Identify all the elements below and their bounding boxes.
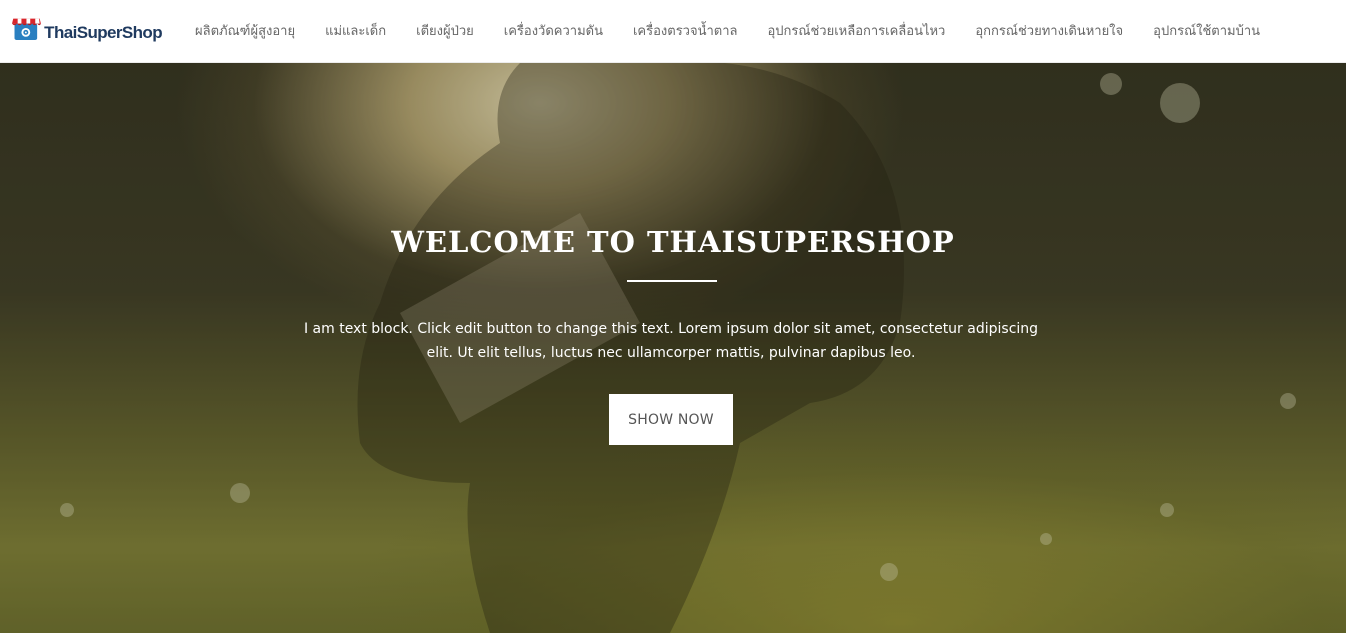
nav-item-mobility-aids[interactable]: อุปกรณ์ช่วยเหลือการเคลื่อนไหว [753,2,961,62]
hero-text: I am text block. Click edit button to ch… [303,321,1039,361]
hero-banner: WELCOME TO THAISUPERSHOP I am text block… [0,63,1346,633]
show-now-button[interactable]: SHOW NOW [609,394,733,445]
nav-item-patient-beds[interactable]: เตียงผู้ป่วย [401,2,489,62]
nav-item-blood-pressure-monitors[interactable]: เครื่องวัดความดัน [489,2,618,62]
main-nav: ผลิตภัณฑ์ผู้สูงอายุ แม่และเด็ก เตียงผู้ป… [180,0,1275,63]
hero-title: WELCOME TO THAISUPERSHOP [391,225,955,259]
nav-item-elderly-products[interactable]: ผลิตภัณฑ์ผู้สูงอายุ [180,2,310,62]
store-awning-logo-icon [12,18,41,40]
nav-item-home-equipment[interactable]: อุปกรณ์ใช้ตามบ้าน [1138,2,1275,62]
site-logo[interactable]: ThaiSuperShop [12,6,163,50]
brand-name: ThaiSuperShop [44,23,162,42]
site-header: ThaiSuperShop ผลิตภัณฑ์ผู้สูงอายุ แม่และ… [0,0,1346,63]
hero-divider [627,280,717,282]
nav-item-respiratory-aids[interactable]: อุกกรณ์ช่วยทางเดินหายใจ [960,2,1138,62]
nav-item-glucose-meters[interactable]: เครื่องตรวจน้ำตาล [618,2,753,62]
nav-item-mother-and-child[interactable]: แม่และเด็ก [310,2,401,62]
